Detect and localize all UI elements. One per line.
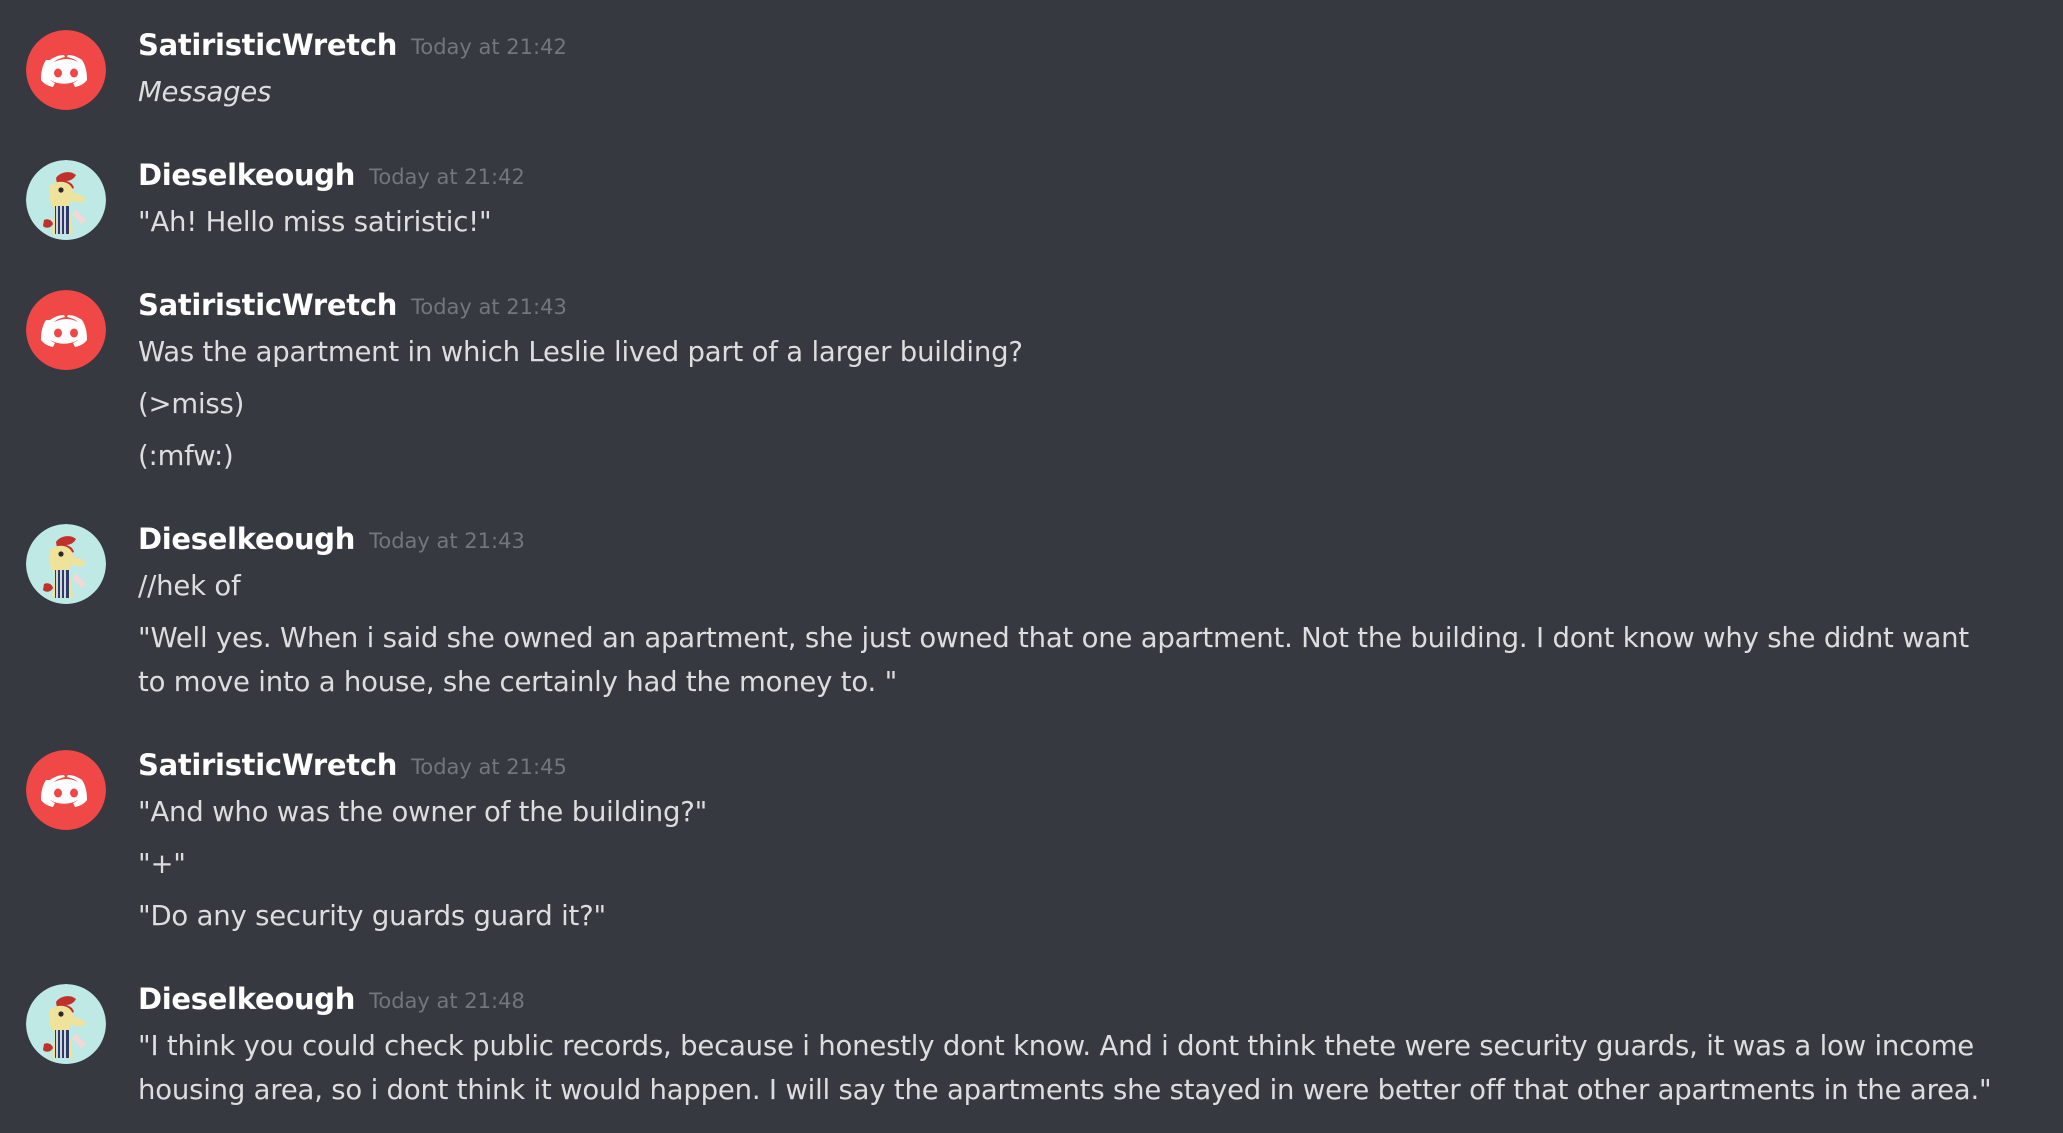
timestamp: Today at 21:42 (369, 165, 525, 189)
username[interactable]: Dieselkeough (138, 522, 355, 556)
username[interactable]: Dieselkeough (138, 158, 355, 192)
message-text: Messages (138, 76, 272, 108)
username[interactable]: SatiristicWretch (138, 748, 397, 782)
message-header: Dieselkeough Today at 21:43 (138, 522, 525, 556)
pony-avatar[interactable] (26, 984, 106, 1064)
message-text: "+" (138, 848, 186, 880)
username[interactable]: Dieselkeough (138, 982, 355, 1016)
discord-logo-icon[interactable] (26, 290, 106, 370)
message-header: SatiristicWretch Today at 21:42 (138, 28, 567, 62)
message-header: Dieselkeough Today at 21:48 (138, 982, 525, 1016)
discord-logo-icon[interactable] (26, 30, 106, 110)
message-text: "I think you could check public records,… (138, 1030, 1992, 1106)
timestamp: Today at 21:43 (369, 529, 525, 553)
timestamp: Today at 21:43 (411, 295, 567, 319)
message-text: Was the apartment in which Leslie lived … (138, 336, 1023, 368)
timestamp: Today at 21:48 (369, 989, 525, 1013)
timestamp: Today at 21:45 (411, 755, 567, 779)
pony-avatar[interactable] (26, 160, 106, 240)
message-text: "Ah! Hello miss satiristic!" (138, 206, 492, 238)
message-text: "Well yes. When i said she owned an apar… (138, 622, 1969, 698)
message-text: //hek of (138, 570, 241, 602)
discord-logo-icon[interactable] (26, 750, 106, 830)
chat-messages: SatiristicWretch Today at 21:42 Messages … (0, 0, 2063, 1133)
timestamp: Today at 21:42 (411, 35, 567, 59)
message-header: SatiristicWretch Today at 21:45 (138, 748, 567, 782)
pony-avatar[interactable] (26, 524, 106, 604)
username[interactable]: SatiristicWretch (138, 288, 397, 322)
message-text: "Do any security guards guard it?" (138, 900, 606, 932)
message-header: SatiristicWretch Today at 21:43 (138, 288, 567, 322)
message-text: "And who was the owner of the building?" (138, 796, 708, 828)
message-text: (:mfw:) (138, 440, 234, 472)
message-text: (>miss) (138, 388, 245, 420)
message-header: Dieselkeough Today at 21:42 (138, 158, 525, 192)
username[interactable]: SatiristicWretch (138, 28, 397, 62)
